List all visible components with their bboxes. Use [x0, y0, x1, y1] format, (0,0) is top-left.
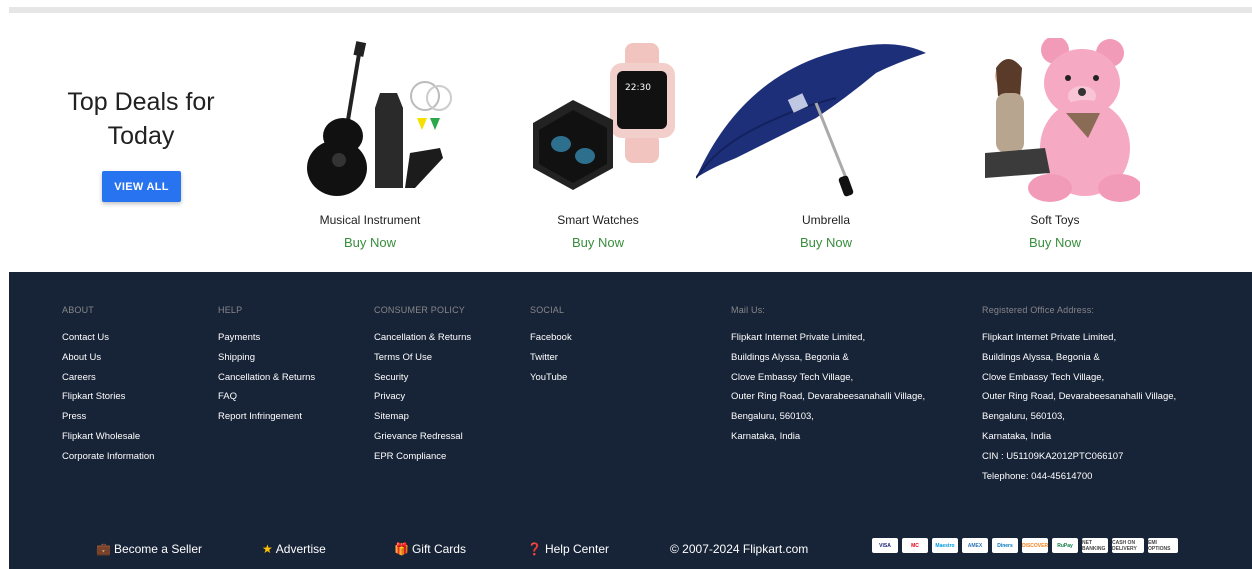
discover-icon: DISCOVER — [1022, 538, 1048, 553]
product-name: Smart Watches — [557, 213, 639, 227]
maestro-icon: Maestro — [932, 538, 958, 553]
buy-now-link[interactable]: Buy Now — [955, 235, 1155, 250]
product-image-smartwatch[interactable]: 22:30 — [498, 35, 698, 205]
footer-heading: ABOUT — [62, 305, 95, 315]
cash-on-delivery-icon: CASH ON DELIVERY — [1112, 538, 1144, 553]
footer-link-wholesale[interactable]: Flipkart Wholesale — [62, 427, 154, 447]
footer-link-press[interactable]: Press — [62, 407, 154, 427]
footer-help-column: HELP Payments Shipping Cancellation & Re… — [218, 305, 315, 427]
footer-link-security[interactable]: Security — [374, 368, 471, 388]
product-name: Soft Toys — [1030, 213, 1080, 227]
footer-link-grievance[interactable]: Grievance Redressal — [374, 427, 471, 447]
footer-link-twitter[interactable]: Twitter — [530, 348, 572, 368]
footer-link-privacy[interactable]: Privacy — [374, 387, 471, 407]
product-image-guitar[interactable] — [270, 35, 470, 205]
site-footer: ABOUT Contact Us About Us Careers Flipka… — [9, 272, 1252, 569]
teddy-bear-icon — [1028, 37, 1140, 202]
earbuds-case-icon — [533, 99, 613, 190]
footer-link-cancellation-returns[interactable]: Cancellation & Returns — [374, 328, 471, 348]
mail-address-line: Karnataka, India — [731, 430, 801, 442]
buy-now-link[interactable]: Buy Now — [498, 235, 698, 250]
advertise-label: Advertise — [275, 542, 326, 556]
product-image-umbrella[interactable] — [696, 35, 926, 205]
product-image-teddy[interactable] — [955, 35, 1155, 205]
svg-text:22:30: 22:30 — [625, 83, 651, 93]
office-address-line: Bengaluru, 560103, — [982, 411, 1065, 423]
office-address-line: Karnataka, India — [982, 430, 1052, 442]
smartwatch-icon: 22:30 — [610, 42, 675, 163]
footer-heading: HELP — [218, 305, 243, 315]
emi-options-icon: EMI OPTIONS — [1148, 538, 1178, 553]
become-seller-label: Become a Seller — [113, 542, 202, 556]
footer-mail-column: Mail Us: Flipkart Internet Private Limit… — [731, 305, 925, 447]
footer-link-sitemap[interactable]: Sitemap — [374, 407, 471, 427]
footer-link-contact-us[interactable]: Contact Us — [62, 328, 154, 348]
product-card-umbrella[interactable]: Umbrella Buy Now — [696, 35, 926, 255]
footer-heading: Registered Office Address: — [982, 305, 1095, 315]
footer-link-report-infringement[interactable]: Report Infringement — [218, 407, 315, 427]
product-name: Umbrella — [801, 213, 850, 227]
footer-link-corporate-info[interactable]: Corporate Information — [62, 447, 154, 467]
product-card-musical-instrument[interactable]: Musical Instrument Buy Now — [270, 35, 470, 255]
view-all-button[interactable]: VIEW ALL — [102, 171, 181, 202]
footer-about-column: ABOUT Contact Us About Us Careers Flipka… — [62, 305, 154, 467]
footer-link-shipping[interactable]: Shipping — [218, 348, 315, 368]
buy-now-link[interactable]: Buy Now — [726, 235, 926, 250]
net-banking-icon: NET BANKING — [1082, 538, 1108, 553]
office-telephone[interactable]: Telephone: 044-45614700 — [982, 467, 1176, 487]
gift-cards-label: Gift Cards — [411, 542, 466, 556]
visa-icon: VISA — [872, 538, 898, 553]
guitar-icon — [307, 40, 367, 196]
mail-address-line: Flipkart Internet Private Limited, — [731, 332, 866, 343]
gift-cards-link[interactable]: 🎁 Gift Cards — [394, 542, 466, 556]
amex-icon: AMEX — [962, 538, 988, 553]
payment-methods: VISA MC Maestro AMEX Diners DISCOVER RuP… — [872, 538, 1178, 553]
become-seller-link[interactable]: 💼 Become a Seller — [96, 542, 202, 556]
office-address-line: Buildings Alyssa, Begonia & — [982, 351, 1100, 363]
footer-heading: Mail Us: — [731, 305, 766, 315]
mail-address-line: Bengaluru, 560103, — [731, 411, 814, 423]
office-cin: CIN : U51109KA2012PTC066107 — [982, 450, 1124, 462]
mastercard-icon: MC — [902, 538, 928, 553]
footer-link-payments[interactable]: Payments — [218, 328, 315, 348]
briefcase-icon: 💼 — [96, 542, 111, 556]
gift-icon: 🎁 — [394, 542, 409, 556]
copyright-text: © 2007-2024 Flipkart.com — [670, 542, 809, 556]
deals-title: Top Deals for Today — [67, 88, 215, 150]
rupay-icon: RuPay — [1052, 538, 1078, 553]
help-center-link[interactable]: ❓ Help Center — [527, 542, 609, 556]
mail-address-line: Buildings Alyssa, Begonia & — [731, 351, 849, 363]
footer-link-facebook[interactable]: Facebook — [530, 328, 572, 348]
footer-link-epr[interactable]: EPR Compliance — [374, 447, 471, 467]
footer-link-about-us[interactable]: About Us — [62, 348, 154, 368]
product-card-smart-watches[interactable]: 22:30 Smart Watches Buy Now — [498, 35, 698, 255]
diners-icon: Diners — [992, 538, 1018, 553]
office-address-line: Flipkart Internet Private Limited, — [982, 332, 1117, 343]
mail-address-line: Clove Embassy Tech Village, — [731, 371, 854, 383]
office-address-line: Outer Ring Road, Devarabeesanahalli Vill… — [982, 391, 1177, 403]
footer-heading: SOCIAL — [530, 305, 565, 315]
advertise-link[interactable]: ★ Advertise — [262, 542, 326, 556]
footer-link-faq[interactable]: FAQ — [218, 387, 315, 407]
footer-policy-column: CONSUMER POLICY Cancellation & Returns T… — [374, 305, 471, 467]
footer-link-cancellation[interactable]: Cancellation & Returns — [218, 368, 315, 388]
help-center-label: Help Center — [544, 542, 609, 556]
umbrella-icon — [696, 43, 926, 196]
footer-link-careers[interactable]: Careers — [62, 368, 154, 388]
footer-office-column: Registered Office Address: Flipkart Inte… — [982, 305, 1176, 486]
footer-link-youtube[interactable]: YouTube — [530, 368, 572, 388]
office-address-line: Clove Embassy Tech Village, — [982, 371, 1105, 383]
buy-now-link[interactable]: Buy Now — [270, 235, 470, 250]
top-deals-section: Top Deals for Today VIEW ALL Musical Ins… — [9, 13, 1252, 272]
help-icon: ❓ — [527, 542, 542, 556]
footer-link-terms[interactable]: Terms Of Use — [374, 348, 471, 368]
footer-social-column: SOCIAL Facebook Twitter YouTube — [530, 305, 572, 387]
girl-figure-icon — [985, 58, 1050, 178]
mail-address-line: Outer Ring Road, Devarabeesanahalli Vill… — [731, 391, 926, 403]
product-card-soft-toys[interactable]: Soft Toys Buy Now — [955, 35, 1155, 255]
star-icon: ★ — [262, 542, 273, 556]
footer-heading: CONSUMER POLICY — [374, 305, 466, 315]
product-name: Musical Instrument — [319, 213, 421, 227]
footer-link-stories[interactable]: Flipkart Stories — [62, 387, 154, 407]
